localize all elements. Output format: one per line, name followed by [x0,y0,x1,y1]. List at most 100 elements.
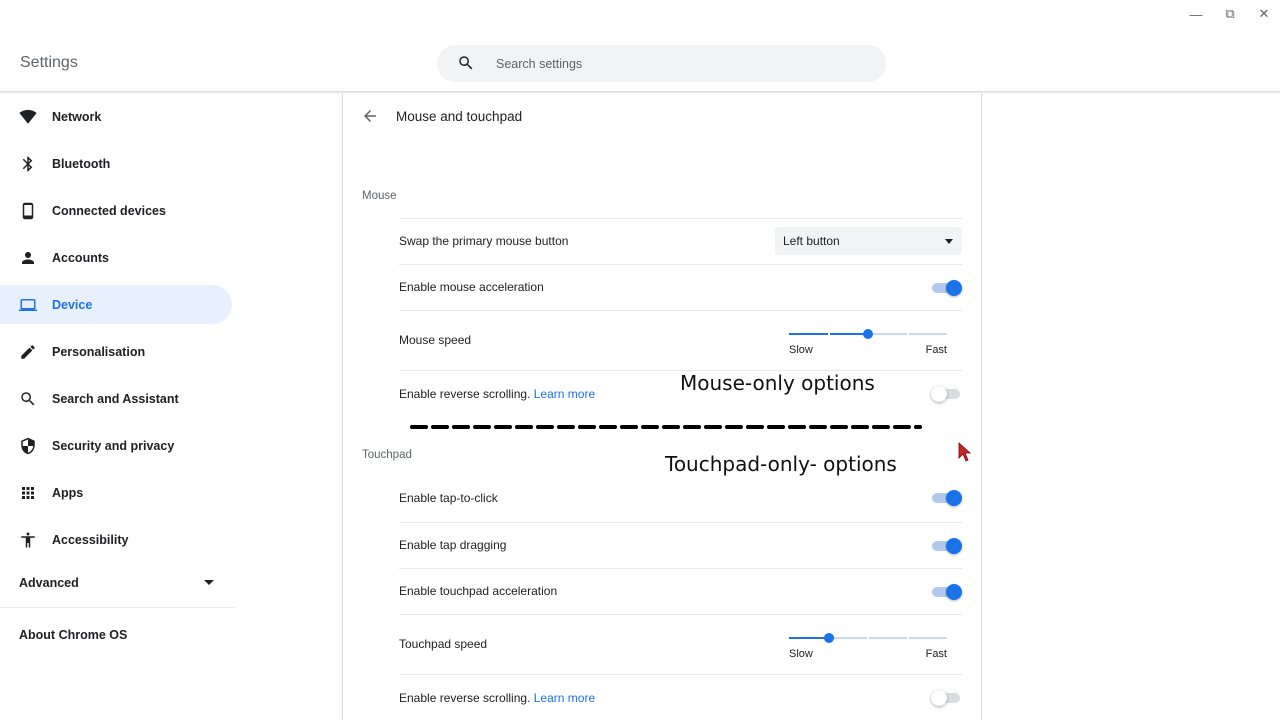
chevron-down-icon [204,580,214,585]
person-icon [19,249,37,267]
sidebar-item-bluetooth[interactable]: Bluetooth [0,144,232,183]
touchpad-reverse-scrolling-label: Enable reverse scrolling. Learn more [399,691,595,705]
touchpad-reverse-scrolling-toggle[interactable] [931,690,962,706]
sidebar-item-label: Accessibility [52,532,129,547]
mouse-reverse-scrolling-toggle[interactable] [931,386,962,402]
sidebar-item-accounts[interactable]: Accounts [0,238,232,277]
sidebar-item-label: Security and privacy [52,438,175,453]
touchpad-reverse-scrolling-row: Enable reverse scrolling. Learn more [399,674,962,720]
shield-icon [19,437,37,455]
pen-icon [19,343,37,361]
swap-primary-button-label: Swap the primary mouse button [399,234,569,248]
slider-min-label: Slow [789,648,813,660]
mouse-only-annotation: Mouse-only options [680,371,875,395]
mouse-reverse-scrolling-label: Enable reverse scrolling. Learn more [399,387,595,401]
tap-to-click-toggle[interactable] [932,490,962,506]
sidebar-divider [0,607,235,608]
sidebar-item-connected-devices[interactable]: Connected devices [0,191,232,230]
sidebar-item-label: Device [52,297,93,312]
slider-tick [827,333,830,335]
slider-min-label: Slow [789,344,813,356]
touchpad-speed-row: Touchpad speed Slow Fast [399,614,962,674]
sidebar-item-search-assistant[interactable]: Search and Assistant [0,379,232,418]
mouse-speed-slider[interactable]: Slow Fast [789,322,947,362]
phone-icon [19,202,37,220]
slider-fill [789,637,829,639]
toggle-knob [931,386,947,402]
sidebar-item-label: Network [52,109,102,124]
touchpad-acceleration-toggle[interactable] [932,584,962,600]
sidebar-item-label: Bluetooth [52,156,111,171]
advanced-label: Advanced [19,576,79,590]
learn-more-link[interactable]: Learn more [534,691,595,705]
about-chrome-os-link[interactable]: About Chrome OS [19,628,127,642]
slider-tick [867,637,869,639]
window-controls: — ⧉ ✕ [1188,6,1272,22]
mouse-speed-label: Mouse speed [399,333,472,347]
tap-dragging-toggle[interactable] [932,538,962,554]
slider-thumb[interactable] [823,633,834,643]
sidebar-item-label: Search and Assistant [52,391,179,406]
divider-dashed-annotation [410,425,922,429]
search-icon [459,56,473,70]
wifi-icon [19,108,37,126]
touchpad-acceleration-row: Enable touchpad acceleration [399,568,962,614]
page-title: Mouse and touchpad [396,109,523,124]
apps-grid-icon [19,484,37,502]
mouse-touchpad-card: Mouse and touchpad Mouse Swap the primar… [342,93,982,720]
mouse-section-label: Mouse [362,190,397,202]
toggle-knob [931,690,947,706]
toggle-knob [946,280,962,296]
slider-max-label: Fast [925,648,947,660]
laptop-icon [19,296,37,314]
search-input[interactable] [496,45,866,82]
tap-to-click-label: Enable tap-to-click [399,491,498,505]
touchpad-speed-slider[interactable]: Slow Fast [789,626,947,666]
tap-dragging-label: Enable tap dragging [399,538,507,552]
maximize-icon[interactable]: ⧉ [1222,6,1238,22]
touchpad-only-annotation: Touchpad-only- options [665,452,897,476]
sidebar-item-label: Accounts [52,250,109,265]
primary-button-value: Left button [783,234,840,248]
touchpad-section-label: Touchpad [362,449,412,461]
slider-tick [906,333,909,335]
sidebar-item-label: Apps [52,485,84,500]
mouse-cursor-icon [958,442,972,462]
search-box[interactable] [437,45,886,82]
advanced-toggle[interactable]: Advanced [0,569,232,597]
reverse-scrolling-text: Enable reverse scrolling. [399,691,531,705]
sidebar-item-accessibility[interactable]: Accessibility [0,520,232,559]
tap-to-click-row: Enable tap-to-click [399,476,962,522]
slider-max-label: Fast [925,344,947,356]
toggle-knob [946,584,962,600]
mouse-acceleration-toggle[interactable] [932,280,962,296]
mouse-acceleration-label: Enable mouse acceleration [399,280,544,294]
sidebar-item-device[interactable]: Device [0,285,232,324]
sidebar-item-apps[interactable]: Apps [0,473,232,512]
mouse-acceleration-row: Enable mouse acceleration [399,264,962,310]
learn-more-link[interactable]: Learn more [534,387,595,401]
accessibility-icon [19,531,37,549]
reverse-scrolling-text: Enable reverse scrolling. [399,387,531,401]
toggle-knob [946,538,962,554]
sidebar-item-network[interactable]: Network [0,97,232,136]
tap-dragging-row: Enable tap dragging [399,522,962,568]
touchpad-speed-label: Touchpad speed [399,637,488,651]
slider-thumb[interactable] [863,329,873,339]
sidebar-item-label: Connected devices [52,203,166,218]
settings-header: — ⧉ ✕ Settings [0,0,1280,92]
dropdown-arrow-icon [945,239,953,244]
sidebar: Network Bluetooth Connected devices Acco… [0,93,235,720]
close-icon[interactable]: ✕ [1256,6,1272,22]
toggle-knob [946,490,962,506]
minimize-icon[interactable]: — [1188,6,1204,22]
touchpad-acceleration-label: Enable touchpad acceleration [399,584,558,598]
swap-primary-button-row: Swap the primary mouse button Left butto… [399,218,962,264]
sidebar-item-personalisation[interactable]: Personalisation [0,332,232,371]
app-title: Settings [20,54,78,71]
sidebar-item-security-privacy[interactable]: Security and privacy [0,426,232,465]
primary-button-select[interactable]: Left button [775,227,962,255]
bluetooth-icon [19,155,37,173]
sidebar-item-label: Personalisation [52,344,146,359]
back-arrow-icon[interactable] [361,107,379,125]
